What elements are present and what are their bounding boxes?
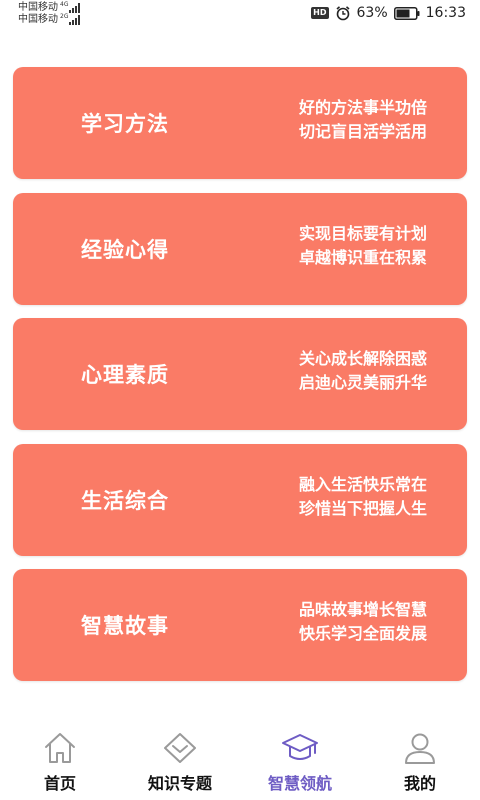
card-slogan-line-2: 卓越博识重在积累 [298, 247, 427, 267]
card-slogan-line-2: 珍惜当下把握人生 [298, 498, 427, 518]
nav-label: 我的 [403, 774, 436, 793]
card-title: 学习方法 [81, 112, 169, 136]
hd-badge: HD [311, 7, 329, 19]
battery-icon [393, 6, 420, 20]
card-slogan: 实现目标要有计划 卓越博识重在积累 [299, 223, 427, 268]
card-life[interactable]: 生活综合 融入生活快乐常在 珍惜当下把握人生 [13, 443, 467, 556]
nav-item-guide[interactable]: 智慧领航 [240, 726, 360, 800]
card-slogan-line-1: 实现目标要有计划 [298, 223, 427, 243]
nav-item-home[interactable]: 首页 [0, 726, 120, 800]
card-slogan-line-2: 启迪心灵美丽升华 [298, 373, 427, 392]
network-1-label: 4G [60, 1, 69, 8]
card-study-methods[interactable]: 学习方法 好的方法事半功倍 切记盲目活学活用 [13, 67, 467, 179]
card-title: 智慧故事 [81, 614, 169, 638]
carrier-block: 中国移动 4G 中国移动 2G [18, 1, 81, 26]
nav-label: 知识专题 [147, 774, 212, 793]
user-icon [401, 730, 439, 766]
card-title: 心理素质 [81, 363, 169, 387]
home-icon [41, 730, 79, 766]
diamond-icon [161, 730, 199, 766]
graduation-cap-icon [281, 730, 319, 766]
carrier-2-label: 中国移动 [18, 14, 58, 25]
alarm-clock-icon [335, 5, 351, 21]
nav-label: 智慧领航 [267, 774, 332, 793]
card-psychology[interactable]: 心理素质 关心成长解除困惑 启迪心灵美丽升华 [13, 318, 467, 430]
bottom-nav: 首页 知识专题 智慧领航 我的 [0, 726, 480, 800]
nav-item-topics[interactable]: 知识专题 [120, 726, 240, 800]
carrier-1-label: 中国移动 [18, 2, 58, 13]
battery-percent: 63% [356, 5, 388, 21]
card-slogan: 关心成长解除困惑 启迪心灵美丽升华 [299, 348, 427, 393]
status-right: HD 63% 16:33 [311, 5, 466, 21]
card-slogan-line-1: 关心成长解除困惑 [298, 349, 427, 368]
nav-label: 首页 [43, 774, 76, 793]
card-slogan-line-1: 融入生活快乐常在 [298, 474, 427, 494]
card-slogan-line-2: 切记盲目活学活用 [298, 122, 427, 141]
clock-time: 16:33 [425, 5, 466, 21]
card-slogan-line-1: 好的方法事半功倍 [298, 98, 427, 117]
card-slogan-line-1: 品味故事增长智慧 [298, 600, 427, 619]
signal-1-icon [69, 3, 81, 13]
category-card-list: 学习方法 好的方法事半功倍 切记盲目活学活用 经验心得 实现目标要有计划 卓越博… [13, 67, 467, 695]
status-bar: 中国移动 4G 中国移动 2G HD 63% 16:33 [0, 0, 480, 30]
card-slogan-line-2: 快乐学习全面发展 [298, 624, 427, 643]
card-slogan: 融入生活快乐常在 珍惜当下把握人生 [299, 474, 427, 519]
card-experience[interactable]: 经验心得 实现目标要有计划 卓越博识重在积累 [13, 192, 467, 305]
card-title: 生活综合 [81, 488, 169, 513]
card-wisdom-stories[interactable]: 智慧故事 品味故事增长智慧 快乐学习全面发展 [13, 569, 467, 681]
nav-item-profile[interactable]: 我的 [360, 726, 480, 800]
signal-2-icon [69, 15, 81, 25]
carrier-row-1: 中国移动 4G [18, 1, 81, 14]
card-title: 经验心得 [81, 237, 169, 262]
network-2-label: 2G [60, 13, 69, 20]
card-slogan: 品味故事增长智慧 快乐学习全面发展 [299, 599, 427, 644]
carrier-row-2: 中国移动 2G [18, 13, 81, 26]
card-slogan: 好的方法事半功倍 切记盲目活学活用 [299, 97, 427, 142]
